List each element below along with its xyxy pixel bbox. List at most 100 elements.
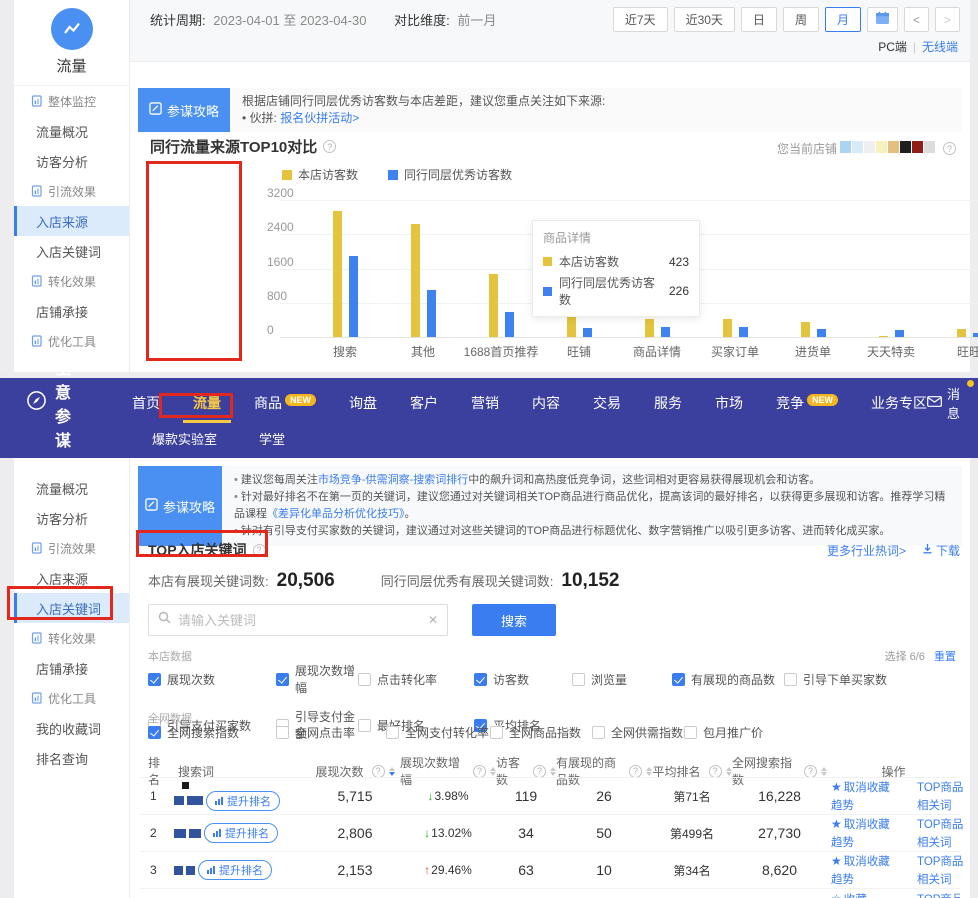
sidebar-item[interactable]: 店铺承接 [14,653,129,683]
search-input[interactable] [178,613,421,628]
filter-checkbox[interactable]: 全网供需指数 [592,724,684,741]
banner-link[interactable]: 《差异化单品分析优化技巧》 [267,508,405,520]
range-button[interactable]: 月 [825,7,861,32]
nav-item[interactable]: 商品NEW [254,393,316,413]
sidebar-item[interactable]: 优化工具 [14,683,129,713]
nav-item[interactable]: 询盘 [349,393,377,413]
tab-pc[interactable]: PC端 [878,40,907,54]
help-icon[interactable]: ? [629,765,642,778]
clear-input-icon[interactable]: ✕ [428,613,438,627]
help-icon[interactable]: ? [323,140,336,153]
sidebar-item[interactable]: 转化效果 [14,623,129,653]
brand[interactable]: 生意参谋 [26,355,86,451]
related-words-link[interactable]: 相关词 [917,871,963,887]
sidebar-item[interactable]: 转化效果 [14,266,129,296]
top-products-link[interactable]: TOP商品 [917,779,963,795]
range-button[interactable]: 近7天 [613,7,668,32]
more-hot-words-link[interactable]: 更多行业热词> [827,542,906,559]
sidebar-item[interactable]: 我的收藏词 [14,713,129,743]
advisor-strategy-button[interactable]: 参谋攻略 [138,88,230,132]
tab-wireless[interactable]: 无线端 [922,40,958,54]
filter-checkbox[interactable]: 全网搜索指数 [148,724,276,741]
boost-rank-button[interactable]: 提升排名 [204,823,278,843]
prev-period-button[interactable]: < [904,7,929,32]
nav-item[interactable]: 市场 [715,393,743,413]
filter-checkbox[interactable]: 全网商品指数 [490,724,592,741]
unfavorite-link[interactable]: ★取消收藏 [831,853,911,869]
sidebar-item[interactable]: 访客分析 [14,503,129,533]
top-products-link[interactable]: TOP商品 [917,816,963,832]
top-products-link[interactable]: TOP商品 [917,853,963,869]
related-words-link[interactable]: 相关词 [917,834,963,850]
help-icon[interactable]: ? [372,765,385,778]
filter-checkbox[interactable]: 点击转化率 [358,662,474,696]
sidebar-item[interactable]: 店铺承接 [14,296,129,326]
banner-text: 中的飙升词和高热度低竞争词，这些词相对更容易获得展现机会和访客。 [468,474,820,486]
download-button[interactable]: 下载 [922,542,960,559]
filter-checkbox[interactable]: 展现次数增幅 [276,662,358,696]
trend-link[interactable]: 趋势 [831,871,911,887]
filter-checkbox[interactable]: 全网点击率 [276,724,386,741]
sidebar-item[interactable]: 引流效果 [14,533,129,563]
join-huopin-link[interactable]: 报名伙拼活动> [280,111,359,125]
nav-item[interactable]: 交易 [593,393,621,413]
range-button[interactable]: 近30天 [674,7,735,32]
filter-checkbox[interactable]: 浏览量 [572,662,672,696]
nav-item[interactable]: 首页 [132,393,160,413]
nav-item-active[interactable]: 流量 [193,393,221,413]
top-products-link[interactable]: TOP商品 [917,891,960,898]
sidebar-item[interactable]: 访客分析 [14,146,129,176]
next-period-button[interactable]: > [935,7,960,32]
help-icon[interactable]: ? [709,765,722,778]
help-icon[interactable]: ? [943,142,956,155]
sort-buttons[interactable] [726,767,732,776]
nav-item[interactable]: 服务 [654,393,682,413]
search-button[interactable]: 搜索 [472,604,556,636]
nav-item[interactable]: 学堂 [259,429,285,448]
filter-checkbox[interactable]: 全网支付转化率 [386,724,490,741]
unfavorite-link[interactable]: ★取消收藏 [831,816,911,832]
unfavorite-link[interactable]: ★取消收藏 [831,779,911,795]
messages-button[interactable]: 消息 [927,384,960,422]
range-button[interactable]: 日 [741,7,777,32]
filter-checkbox[interactable]: 引导下单买家数 [784,662,960,696]
nav-item[interactable]: 内容 [532,393,560,413]
sidebar-item[interactable]: 整体监控 [14,86,129,116]
help-icon[interactable]: ? [473,765,486,778]
range-button[interactable]: 周 [783,7,819,32]
trend-link[interactable]: 趋势 [831,834,911,850]
filter-checkbox[interactable]: 有展现的商品数 [672,662,784,696]
boost-rank-button[interactable]: 提升排名 [206,791,280,811]
help-icon[interactable]: ? [253,544,266,557]
favorite-link[interactable]: ☆收藏 [831,891,911,898]
nav-item[interactable]: 客户 [410,393,438,413]
filter-checkbox[interactable]: 包月推广价 [684,724,960,741]
boost-rank-button[interactable]: 提升排名 [198,860,272,880]
sidebar-item[interactable]: 流量概况 [14,116,129,146]
nav-item[interactable]: 爆款实验室 [152,429,217,448]
sidebar-item[interactable]: 排名查询 [14,743,129,773]
nav-item[interactable]: 竞争NEW [776,393,838,413]
sidebar-item[interactable]: 引流效果 [14,176,129,206]
sidebar-item-active[interactable]: 入店关键词 [14,593,129,623]
filter-checkbox[interactable]: 访客数 [474,662,572,696]
sidebar-item[interactable]: 流量概况 [14,473,129,503]
help-icon[interactable]: ? [804,765,817,778]
filter-checkbox[interactable]: 展现次数 [148,662,276,696]
help-icon[interactable]: ? [533,765,546,778]
legend-item[interactable]: 本店访客数 [282,166,358,183]
legend-item[interactable]: 同行同层优秀访客数 [388,166,512,183]
calendar-button[interactable] [867,7,898,32]
advisor-strategy-button[interactable]: 参谋攻略 [138,466,222,546]
related-words-link[interactable]: 相关词 [917,797,963,813]
keyword-search: ✕ 搜索 [148,604,556,636]
sidebar-item[interactable]: 优化工具 [14,326,129,356]
banner-link[interactable]: 市场竞争-供需洞察-搜索词排行 [318,474,468,486]
trend-link[interactable]: 趋势 [831,797,911,813]
sort-buttons[interactable] [389,767,395,776]
sidebar-item-active[interactable]: 入店来源 [14,206,129,236]
sidebar-item[interactable]: 入店来源 [14,563,129,593]
nav-item[interactable]: 营销 [471,393,499,413]
sidebar-item[interactable]: 入店关键词 [14,236,129,266]
nav-item[interactable]: 业务专区 [871,393,927,413]
